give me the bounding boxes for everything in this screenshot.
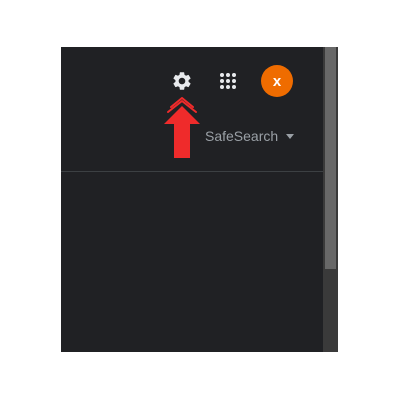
settings-button[interactable] (169, 68, 195, 94)
caret-down-icon (286, 133, 295, 139)
header-divider (61, 171, 323, 172)
browser-viewport: x SafeSearch (61, 47, 338, 352)
google-apps-button[interactable] (215, 68, 241, 94)
avatar-letter: x (272, 72, 282, 90)
safesearch-label: SafeSearch (205, 128, 279, 144)
safesearch-dropdown[interactable]: SafeSearch (205, 126, 295, 146)
gear-icon (173, 72, 191, 90)
red-up-arrow-icon (164, 97, 200, 158)
account-avatar[interactable]: x (261, 65, 293, 97)
apps-grid-icon (220, 73, 236, 89)
scrollbar-thumb[interactable] (325, 47, 336, 269)
